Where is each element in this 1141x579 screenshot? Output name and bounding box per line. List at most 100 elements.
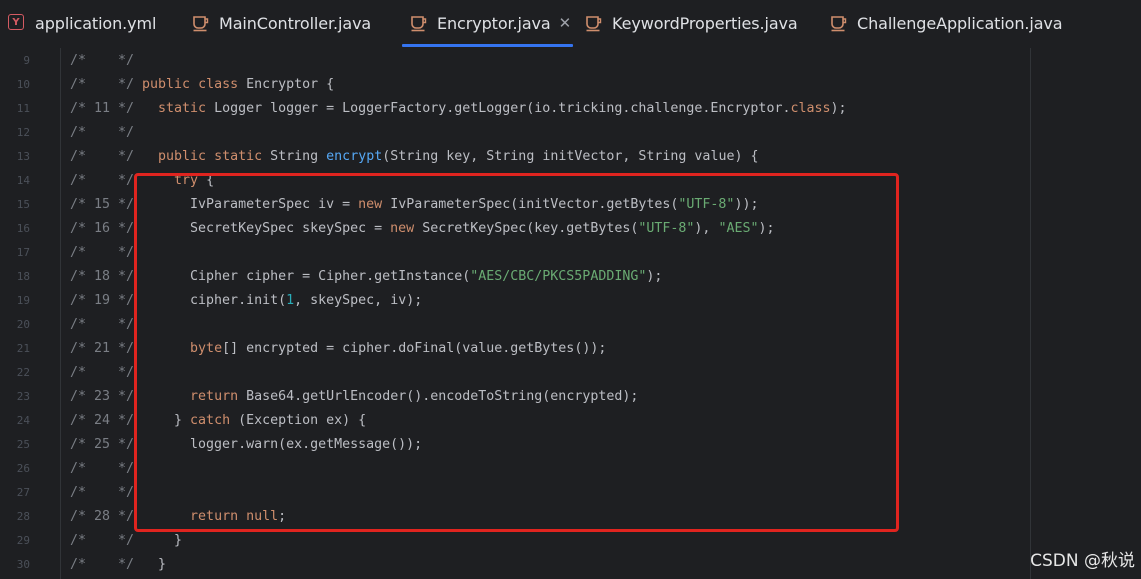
line-number: 19 xyxy=(16,294,30,307)
code-line[interactable]: 24 /* 24 */ } catch (Exception ex) { xyxy=(0,409,1030,433)
decompiler-line-comment: /* */ xyxy=(70,317,135,332)
close-tab-icon[interactable]: ✕ xyxy=(559,14,572,32)
code-text: } xyxy=(142,557,167,572)
code-line[interactable]: 27 /* */ xyxy=(0,481,1030,505)
code-line[interactable]: 20 /* */ xyxy=(0,313,1030,337)
code-text: static Logger logger = LoggerFactory.get… xyxy=(158,101,847,116)
code-line[interactable]: 30 /* */ } xyxy=(0,553,1030,577)
line-number: 17 xyxy=(16,246,30,259)
code-line[interactable]: 19 /* 19 */ cipher.init(1, skeySpec, iv); xyxy=(0,289,1030,313)
code-text: Cipher cipher = Cipher.getInstance("AES/… xyxy=(142,269,663,284)
line-number: 22 xyxy=(16,366,30,379)
code-text: IvParameterSpec iv = new IvParameterSpec… xyxy=(142,197,759,212)
tab-label: MainController.java xyxy=(219,13,372,33)
code-line[interactable]: 28 /* 28 */ return null; xyxy=(0,505,1030,529)
decompiler-line-comment: /* 24 */ xyxy=(70,413,135,428)
line-number: 25 xyxy=(16,438,30,451)
code-line[interactable]: 10 /* */ public class Encryptor { xyxy=(0,73,1030,97)
code-line[interactable]: 18 /* 18 */ Cipher cipher = Cipher.getIns… xyxy=(0,265,1030,289)
code-line[interactable]: 13 /* */ public static String encrypt(Str… xyxy=(0,145,1030,169)
decompiler-line-comment: /* 18 */ xyxy=(70,269,135,284)
decompiler-line-comment: /* */ xyxy=(70,557,135,572)
code-line[interactable]: 15 /* 15 */ IvParameterSpec iv = new IvPa… xyxy=(0,193,1030,217)
tab-encryptor-java[interactable]: Encryptor.java ✕ xyxy=(401,0,574,47)
decompiler-line-comment: /* 21 */ xyxy=(70,341,135,356)
yaml-file-icon: Y xyxy=(8,14,26,32)
tab-application-yml[interactable]: Y application.yml xyxy=(8,0,156,46)
java-class-icon xyxy=(410,14,428,32)
decompiler-line-comment: /* 28 */ xyxy=(70,509,135,524)
decompiler-line-comment: /* */ xyxy=(70,365,135,380)
decompiler-line-comment: /* */ xyxy=(70,53,135,68)
code-text: SecretKeySpec skeySpec = new SecretKeySp… xyxy=(142,221,775,236)
code-line[interactable]: 26 /* */ xyxy=(0,457,1030,481)
code-line[interactable]: 21 /* 21 */ byte[] encrypted = cipher.doF… xyxy=(0,337,1030,361)
decompiler-line-comment: /* 25 */ xyxy=(70,437,135,452)
decompiler-line-comment: /* */ xyxy=(70,77,135,92)
right-margin-guide xyxy=(1030,48,1031,579)
decompiler-line-comment: /* */ xyxy=(70,125,135,140)
line-number: 23 xyxy=(16,390,30,403)
line-number: 14 xyxy=(16,174,30,187)
decompiler-line-comment: /* 23 */ xyxy=(70,389,135,404)
code-line[interactable]: 25 /* 25 */ logger.warn(ex.getMessage()); xyxy=(0,433,1030,457)
decompiler-line-comment: /* */ xyxy=(70,149,135,164)
code-text: } xyxy=(142,533,183,548)
code-line[interactable]: 17 /* */ xyxy=(0,241,1030,265)
decompiler-line-comment: /* 19 */ xyxy=(70,293,135,308)
line-number: 27 xyxy=(16,486,30,499)
tab-main-controller-java[interactable]: MainController.java xyxy=(192,0,371,46)
line-number: 21 xyxy=(16,342,30,355)
tab-label: ChallengeApplication.java xyxy=(857,13,1063,33)
tab-label: application.yml xyxy=(35,13,157,33)
decompiler-line-comment: /* */ xyxy=(70,245,135,260)
editor-tab-bar: Y application.yml MainController.java En… xyxy=(0,0,1141,49)
line-number: 15 xyxy=(16,198,30,211)
code-text: public static String encrypt(String key,… xyxy=(158,149,759,164)
code-line[interactable]: 29 /* */ } xyxy=(0,529,1030,553)
java-class-icon xyxy=(192,14,210,32)
line-number: 26 xyxy=(16,462,30,475)
tab-label: KeywordProperties.java xyxy=(612,13,798,33)
code-line[interactable]: 22 /* */ xyxy=(0,361,1030,385)
code-text: byte[] encrypted = cipher.doFinal(value.… xyxy=(190,341,607,356)
code-line[interactable]: 16 /* 16 */ SecretKeySpec skeySpec = new … xyxy=(0,217,1030,241)
decompiler-line-comment: /* 11 */ xyxy=(70,101,135,116)
code-line[interactable]: 14 /* */ try { xyxy=(0,169,1030,193)
decompiler-line-comment: /* */ xyxy=(70,461,135,476)
tab-challenge-application-java[interactable]: ChallengeApplication.java xyxy=(830,0,1063,46)
tab-keyword-properties-java[interactable]: KeywordProperties.java xyxy=(585,0,798,46)
line-number: 29 xyxy=(16,534,30,547)
code-line[interactable]: 11 /* 11 */ static Logger logger = Logger… xyxy=(0,97,1030,121)
code-text: } catch (Exception ex) { xyxy=(142,413,367,428)
line-number: 16 xyxy=(16,222,30,235)
code-text: try { xyxy=(174,173,215,188)
java-class-icon xyxy=(830,14,848,32)
code-text: return Base64.getUrlEncoder().encodeToSt… xyxy=(190,389,639,404)
code-line[interactable]: 9 /* */ xyxy=(0,49,1030,73)
code-text: public class Encryptor { xyxy=(142,77,335,92)
java-class-icon xyxy=(585,14,603,32)
code-text: logger.warn(ex.getMessage()); xyxy=(142,437,423,452)
line-number: 18 xyxy=(16,270,30,283)
tab-label: Encryptor.java xyxy=(437,13,551,33)
line-number: 28 xyxy=(16,510,30,523)
decompiler-line-comment: /* 15 */ xyxy=(70,197,135,212)
watermark: CSDN @秋说 xyxy=(1030,551,1135,571)
decompiler-line-comment: /* 16 */ xyxy=(70,221,135,236)
code-text: return null; xyxy=(190,509,287,524)
line-number: 24 xyxy=(16,414,30,427)
decompiler-line-comment: /* */ xyxy=(70,173,135,188)
decompiler-line-comment: /* */ xyxy=(70,485,135,500)
decompiler-line-comment: /* */ xyxy=(70,533,135,548)
line-number: 9 xyxy=(23,54,30,67)
line-number: 12 xyxy=(16,126,30,139)
code-line[interactable]: 23 /* 23 */ return Base64.getUrlEncoder()… xyxy=(0,385,1030,409)
line-number: 30 xyxy=(16,558,30,571)
line-number: 10 xyxy=(16,78,30,91)
line-number: 11 xyxy=(16,102,30,115)
code-line[interactable]: 12 /* */ xyxy=(0,121,1030,145)
code-text: cipher.init(1, skeySpec, iv); xyxy=(142,293,423,308)
line-number: 13 xyxy=(16,150,30,163)
line-number: 20 xyxy=(16,318,30,331)
